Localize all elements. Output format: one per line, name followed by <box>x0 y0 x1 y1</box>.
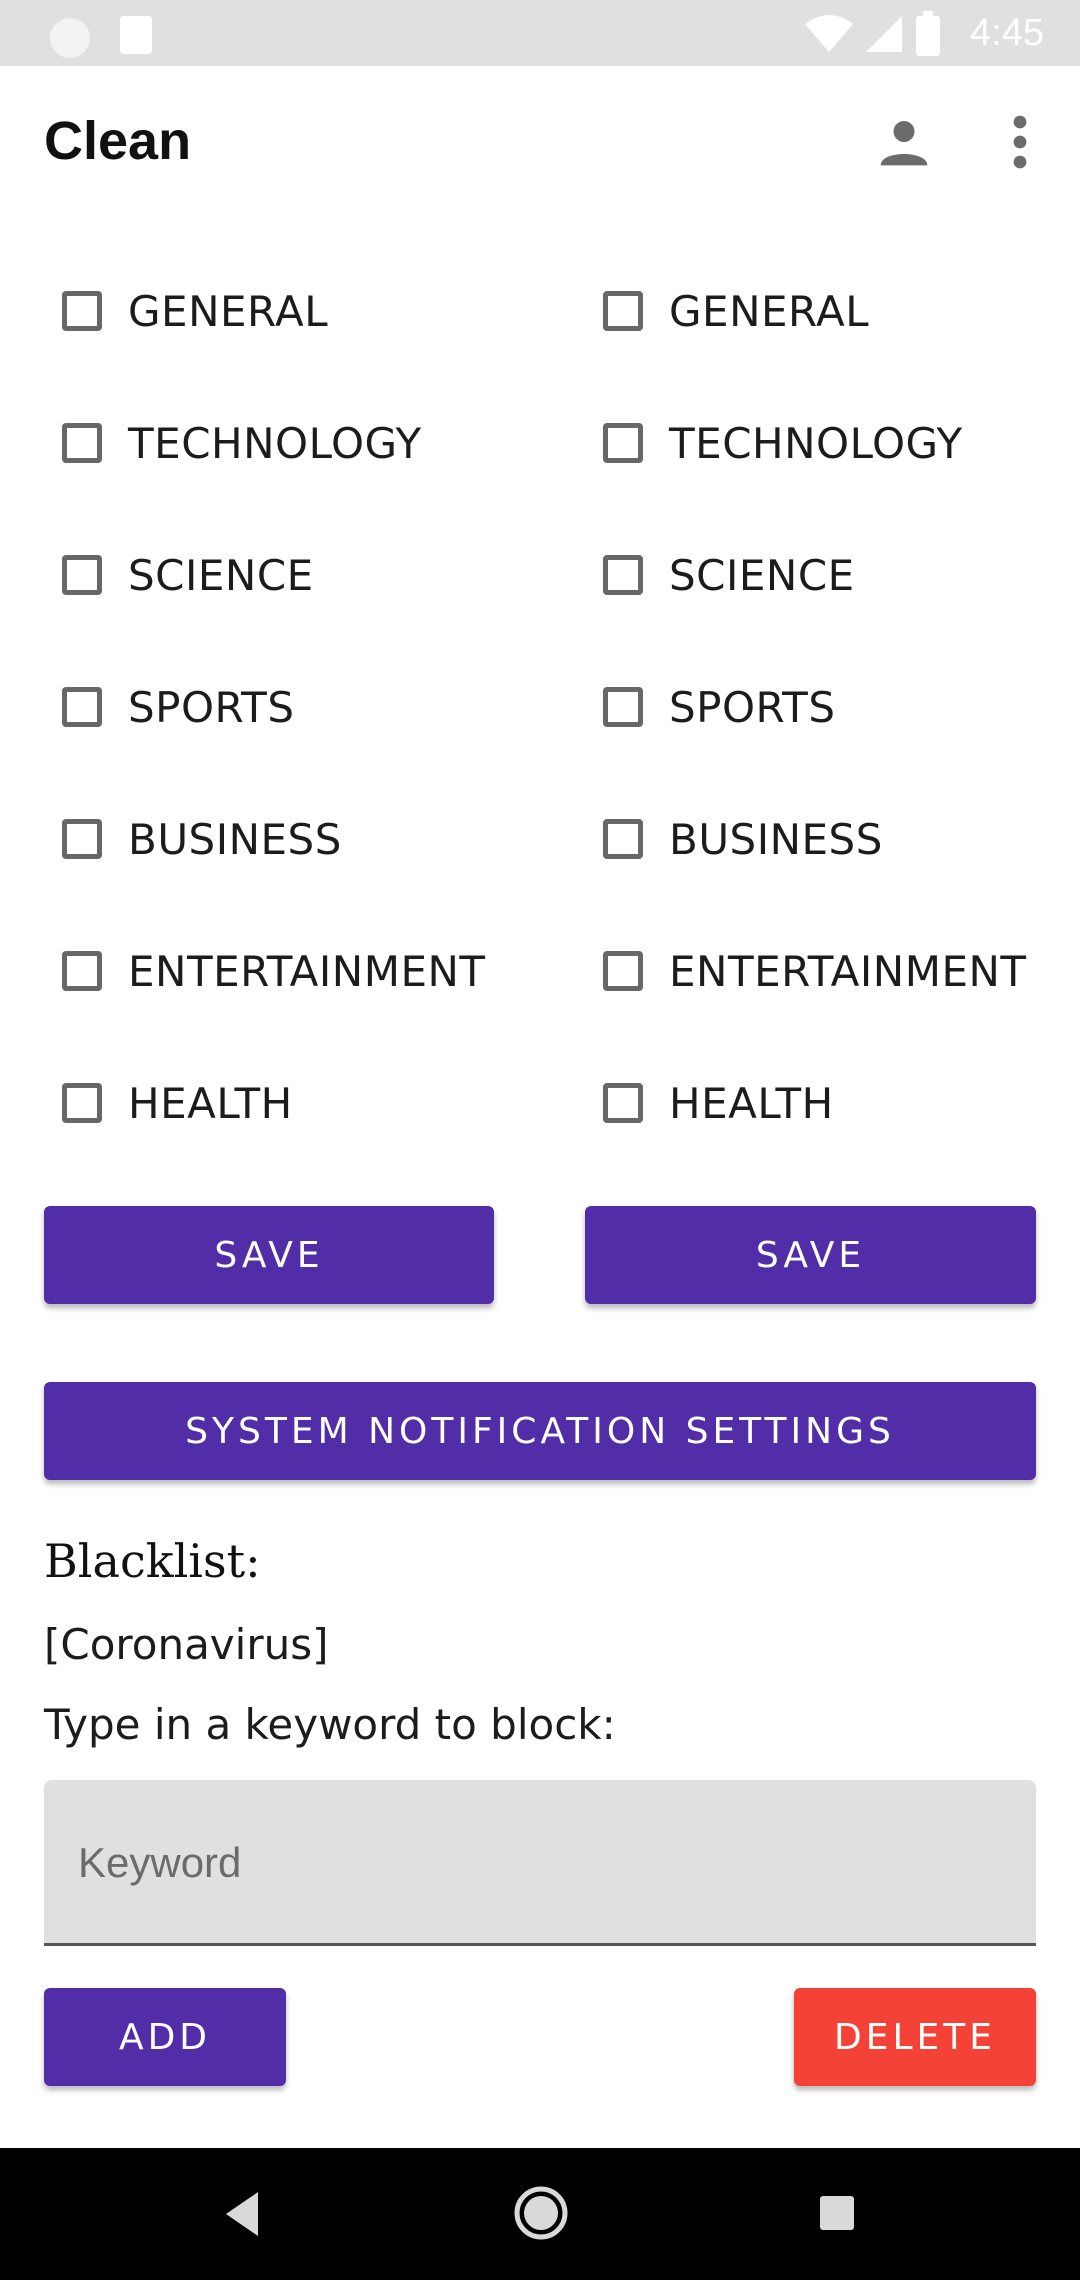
home-icon[interactable] <box>514 2186 568 2240</box>
save-button-right[interactable]: SAVE <box>585 1206 1036 1304</box>
checkbox-box[interactable] <box>603 819 643 859</box>
app-bar: Clean <box>0 66 1080 226</box>
checkbox-box[interactable] <box>603 291 643 331</box>
checkbox-entertainment-right[interactable]: ENTERTAINMENT <box>585 926 1027 1016</box>
app-title: Clean <box>44 111 192 171</box>
checkbox-label: GENERAL <box>128 286 329 336</box>
battery-icon <box>916 11 940 56</box>
navigation-bar <box>0 2148 1080 2280</box>
checkbox-label: SCIENCE <box>128 550 314 600</box>
checkbox-sports-left[interactable]: SPORTS <box>44 662 295 752</box>
checkbox-label: SPORTS <box>669 682 836 732</box>
checkbox-technology-right[interactable]: TECHNOLOGY <box>585 398 963 488</box>
sd-card-icon <box>120 16 152 54</box>
checkbox-label: BUSINESS <box>128 814 342 864</box>
save-button-left[interactable]: SAVE <box>44 1206 494 1304</box>
delete-button[interactable]: DELETE <box>794 1988 1036 2086</box>
checkbox-health-right[interactable]: HEALTH <box>585 1058 834 1148</box>
checkbox-box[interactable] <box>62 555 102 595</box>
checkbox-science-right[interactable]: SCIENCE <box>585 530 855 620</box>
checkbox-label: ENTERTAINMENT <box>128 946 486 996</box>
checkbox-box[interactable] <box>603 1083 643 1123</box>
checkbox-entertainment-left[interactable]: ENTERTAINMENT <box>44 926 486 1016</box>
checkbox-general-right[interactable]: GENERAL <box>585 266 869 356</box>
status-time: 4:45 <box>970 12 1044 54</box>
checkbox-box[interactable] <box>62 819 102 859</box>
keyword-input-container[interactable] <box>44 1780 1036 1946</box>
checkbox-box[interactable] <box>603 951 643 991</box>
checkbox-science-left[interactable]: SCIENCE <box>44 530 314 620</box>
checkbox-box[interactable] <box>62 1083 102 1123</box>
checkbox-label: SCIENCE <box>669 550 855 600</box>
more-vert-icon[interactable] <box>1000 112 1040 172</box>
checkbox-label: SPORTS <box>128 682 295 732</box>
blacklist-value: [Coronavirus] <box>44 1620 329 1669</box>
checkbox-label: ENTERTAINMENT <box>669 946 1027 996</box>
blacklist-title: Blacklist: <box>44 1534 261 1588</box>
recents-icon[interactable] <box>820 2196 854 2230</box>
checkbox-box[interactable] <box>603 555 643 595</box>
checkbox-label: TECHNOLOGY <box>128 418 422 468</box>
checkbox-box[interactable] <box>62 951 102 991</box>
checkbox-label: GENERAL <box>669 286 870 336</box>
sync-icon <box>50 18 90 58</box>
status-bar: 4:45 <box>0 0 1080 66</box>
checkbox-sports-right[interactable]: SPORTS <box>585 662 836 752</box>
checkbox-label: BUSINESS <box>669 814 883 864</box>
add-button[interactable]: ADD <box>44 1988 286 2086</box>
checkbox-label: HEALTH <box>669 1078 834 1128</box>
account-icon[interactable] <box>876 114 932 170</box>
checkbox-business-right[interactable]: BUSINESS <box>585 794 883 884</box>
checkbox-technology-left[interactable]: TECHNOLOGY <box>44 398 422 488</box>
keyword-prompt: Type in a keyword to block: <box>44 1700 616 1749</box>
checkbox-box[interactable] <box>603 423 643 463</box>
checkbox-health-left[interactable]: HEALTH <box>44 1058 293 1148</box>
checkbox-box[interactable] <box>62 687 102 727</box>
wifi-icon <box>805 15 853 52</box>
checkbox-label: HEALTH <box>128 1078 293 1128</box>
checkbox-business-left[interactable]: BUSINESS <box>44 794 342 884</box>
checkbox-box[interactable] <box>603 687 643 727</box>
system-notification-settings-button[interactable]: SYSTEM NOTIFICATION SETTINGS <box>44 1382 1036 1480</box>
checkbox-box[interactable] <box>62 423 102 463</box>
checkbox-box[interactable] <box>62 291 102 331</box>
signal-icon <box>866 16 902 52</box>
checkbox-label: TECHNOLOGY <box>669 418 963 468</box>
keyword-input[interactable] <box>76 1830 1000 1896</box>
checkbox-general-left[interactable]: GENERAL <box>44 266 328 356</box>
back-icon[interactable] <box>222 2188 262 2240</box>
